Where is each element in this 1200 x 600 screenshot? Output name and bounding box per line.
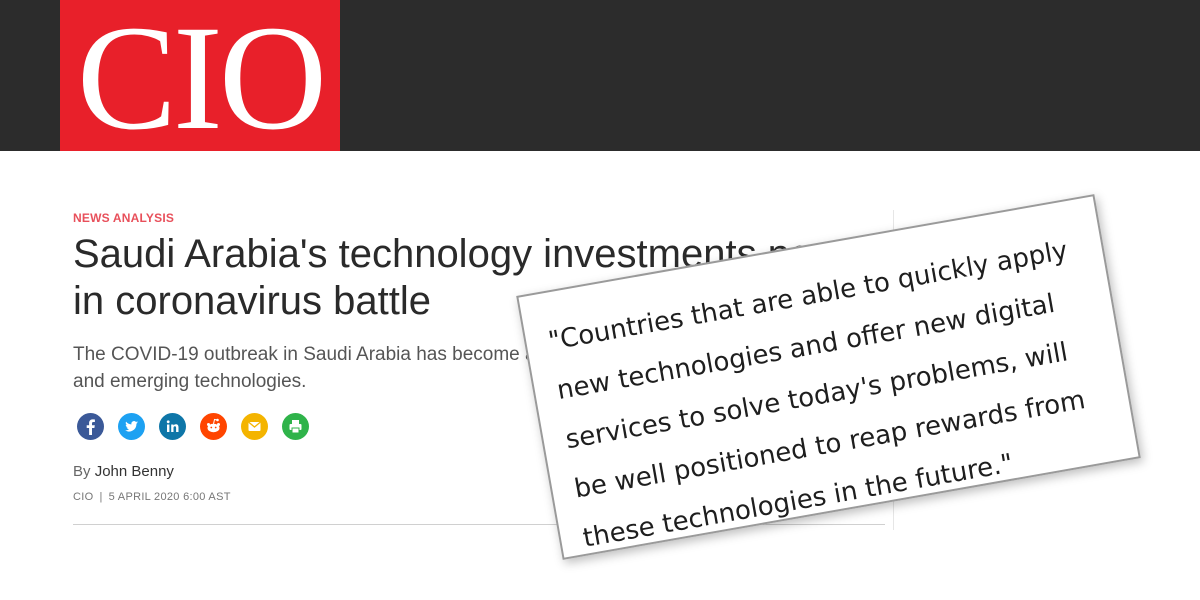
email-icon[interactable] [241,413,268,440]
cio-logo[interactable]: CIO [60,0,340,161]
reddit-icon[interactable] [200,413,227,440]
meta-separator: | [99,491,103,503]
linkedin-icon[interactable] [159,413,186,440]
article-kicker[interactable]: NEWS ANALYSIS [73,211,174,225]
byline: By John Benny [73,463,174,480]
share-bar [77,413,309,440]
author-link[interactable]: John Benny [95,463,174,480]
logo-text: CIO [76,0,327,161]
facebook-icon[interactable] [77,413,104,440]
publish-date: 5 APRIL 2020 6:00 AST [108,491,231,503]
publication-name: CIO [73,491,94,503]
article-meta: CIO | 5 APRIL 2020 6:00 AST [73,491,231,503]
byline-prefix: By [73,463,91,480]
twitter-icon[interactable] [118,413,145,440]
print-icon[interactable] [282,413,309,440]
